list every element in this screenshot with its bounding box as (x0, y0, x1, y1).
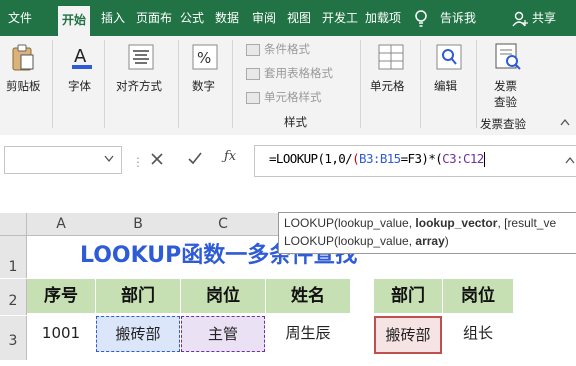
header-cell-dept[interactable]: 部门 (96, 279, 180, 313)
tab-formulas[interactable]: 公式 (180, 0, 204, 36)
tab-file[interactable]: 文件 (8, 0, 32, 36)
styles-group-label: 样式 (284, 115, 307, 129)
ribbon-tab-bar: 文件 开始 插入 页面布 公式 数据 审阅 视图 开发工 加载项 告诉我 共享 (0, 0, 576, 36)
worksheet: A B C D E F G 1 2 3 LOOKUP函数一多条件查找 序号 部门… (0, 207, 576, 360)
row-header-1[interactable]: 1 (0, 236, 27, 278)
insert-function-icon[interactable]: ƒx (224, 149, 236, 164)
ribbon-home: 剪贴板 A 字体 对齐方式 % 数字 条件格式 套用表格格式 单元格样式 样式 … (0, 36, 576, 136)
tab-review[interactable]: 审阅 (252, 0, 276, 36)
column-header-c[interactable]: C (181, 213, 265, 235)
cells-button-label[interactable]: 单元格 (370, 78, 405, 94)
user-share-icon (512, 11, 528, 27)
percent-icon[interactable]: % (192, 44, 218, 70)
conditional-format-icon (246, 44, 260, 56)
tooltip-line-2: LOOKUP(lookup_value, array) (284, 234, 449, 248)
tab-data[interactable]: 数据 (215, 0, 239, 36)
column-header-a[interactable]: A (27, 213, 95, 235)
formula-prefix: =LOOKUP(1,0/ (269, 151, 353, 166)
cell-a3[interactable]: 1001 (27, 316, 95, 350)
cell-g3[interactable]: 组长 (443, 316, 513, 350)
formula-bar-handle[interactable]: ⋮ (132, 155, 144, 169)
cell-f3[interactable]: 搬砖部 (374, 316, 442, 354)
svg-text:A: A (74, 46, 87, 67)
cell-d3[interactable]: 周生辰 (266, 316, 350, 350)
function-tooltip: LOOKUP(lookup_value, lookup_vector, [res… (278, 212, 576, 254)
formula-close: )*( (421, 151, 443, 166)
select-all-corner[interactable] (0, 213, 27, 235)
formula-mid: =F3 (400, 151, 422, 166)
header-cell-post[interactable]: 岗位 (181, 279, 265, 313)
edit-button-label[interactable]: 编辑 (434, 78, 457, 94)
confirm-check-icon[interactable] (188, 152, 202, 165)
tab-developer[interactable]: 开发工 (322, 0, 358, 36)
invoice-button-line2[interactable]: 查验 (494, 94, 517, 110)
conditional-format-button[interactable]: 条件格式 (264, 41, 310, 57)
column-header-b[interactable]: B (96, 213, 180, 235)
formula-text: =LOOKUP(1,0/(B3:B15=F3)*(C3:C12 (269, 151, 485, 167)
lightbulb-icon (415, 10, 427, 27)
clipboard-paste-icon[interactable] (10, 44, 36, 72)
tab-insert[interactable]: 插入 (101, 0, 125, 36)
tab-home[interactable]: 开始 (58, 6, 91, 36)
table-format-icon (246, 68, 260, 80)
chevron-down-icon[interactable] (104, 155, 114, 163)
header-cell-dept-lookup[interactable]: 部门 (374, 279, 442, 313)
collapse-ribbon-icon[interactable] (560, 118, 570, 126)
header-cell-name[interactable]: 姓名 (266, 279, 350, 313)
expand-formula-icon[interactable] (565, 156, 575, 164)
tell-me-search[interactable]: 告诉我 (440, 0, 476, 36)
cell-style-icon (246, 92, 260, 104)
cell-style-button[interactable]: 单元格样式 (264, 89, 322, 105)
invoice-check-icon[interactable] (494, 42, 522, 72)
invoice-group-label: 发票查验 (480, 117, 526, 131)
row-header-3[interactable]: 3 (0, 316, 27, 360)
number-button-label[interactable]: 数字 (192, 78, 215, 94)
tab-view[interactable]: 视图 (287, 0, 311, 36)
row-header-2[interactable]: 2 (0, 279, 27, 315)
header-cell-index[interactable]: 序号 (27, 279, 95, 313)
table-format-button[interactable]: 套用表格格式 (264, 65, 333, 81)
font-button-label[interactable]: 字体 (68, 78, 91, 94)
formula-input[interactable]: =LOOKUP(1,0/(B3:B15=F3)*(C3:C12 (254, 145, 576, 177)
formula-ref-b: B3:B15 (359, 151, 401, 166)
font-icon[interactable]: A (70, 44, 94, 70)
search-edit-icon[interactable] (436, 44, 462, 70)
alignment-icon[interactable] (128, 44, 154, 70)
header-cell-post-lookup[interactable]: 岗位 (443, 279, 513, 313)
cell-b3[interactable]: 搬砖部 (96, 316, 180, 352)
formula-bar: ⋮ ƒx =LOOKUP(1,0/(B3:B15=F3)*(C3:C12 (0, 135, 576, 205)
formula-ref-c: C3:C12 (442, 151, 484, 166)
tab-addins[interactable]: 加载项 (365, 0, 403, 36)
cells-icon[interactable] (378, 44, 404, 70)
tab-page-layout[interactable]: 页面布 (136, 0, 172, 36)
share-button[interactable]: 共享 (532, 0, 556, 36)
invoice-button-line1[interactable]: 发票 (494, 78, 517, 94)
tooltip-line-1: LOOKUP(lookup_value, lookup_vector, [res… (284, 216, 557, 230)
alignment-button-label[interactable]: 对齐方式 (116, 78, 162, 94)
cancel-icon[interactable] (151, 153, 163, 165)
cell-c3[interactable]: 主管 (181, 316, 265, 352)
clipboard-button-label[interactable]: 剪贴板 (6, 78, 41, 94)
svg-text:%: % (197, 49, 211, 67)
